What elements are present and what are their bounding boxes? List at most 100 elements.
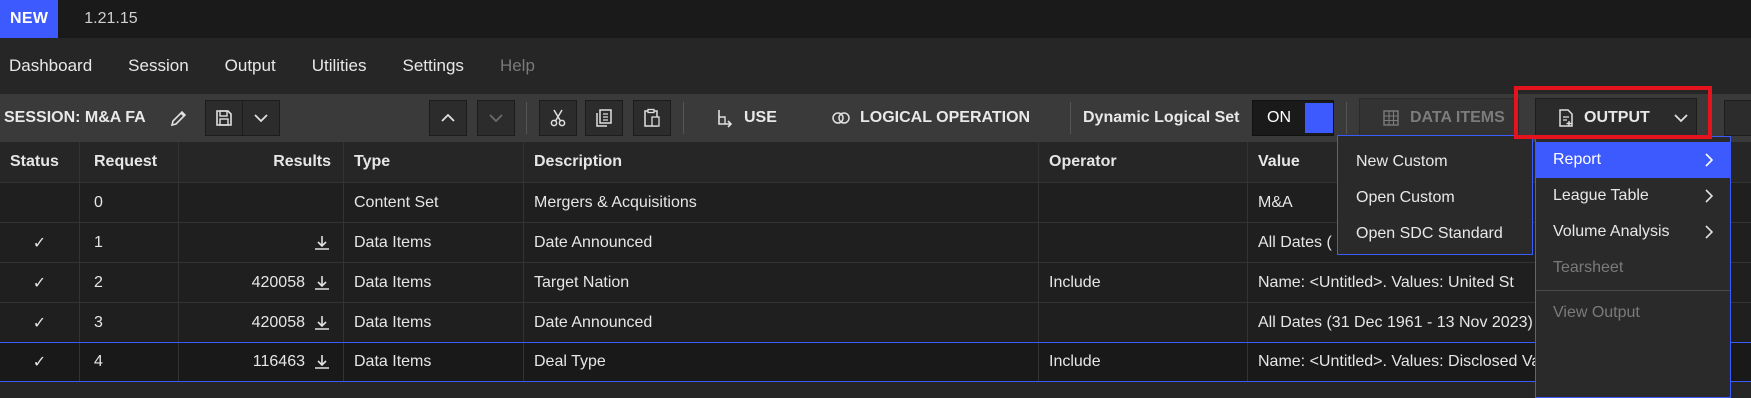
results-cell	[179, 183, 344, 222]
menu-item-league-table[interactable]: League Table	[1536, 178, 1730, 214]
pencil-icon	[170, 110, 187, 127]
logical-operation-label: LOGICAL OPERATION	[860, 109, 1031, 126]
request-cell: 4	[80, 343, 179, 381]
use-label: USE	[744, 109, 777, 126]
results-count: 116463	[252, 353, 305, 370]
toggle-knob	[1305, 103, 1333, 133]
header-description[interactable]: Description	[524, 142, 1039, 182]
type-cell: Data Items	[344, 223, 524, 262]
document-add-icon	[1559, 109, 1573, 127]
save-session-button[interactable]	[205, 100, 243, 136]
chevron-down-icon	[254, 114, 268, 123]
chevron-right-icon	[1705, 153, 1714, 167]
toolbar-divider	[1070, 102, 1071, 134]
menu-bar: Dashboard Session Output Utilities Setti…	[0, 38, 1751, 94]
type-cell: Content Set	[344, 183, 524, 222]
menu-item-label: Report	[1553, 151, 1602, 168]
download-icon[interactable]	[313, 314, 331, 332]
dynamic-logical-set-toggle[interactable]: ON	[1252, 100, 1334, 136]
menu-dashboard[interactable]: Dashboard	[9, 56, 92, 76]
status-checkmark: ✓	[0, 263, 80, 302]
chevron-right-icon	[1705, 225, 1714, 239]
table-row-selected[interactable]: ✓ 4 116463 Data Items Deal Type Include …	[0, 342, 1751, 382]
save-icon	[216, 110, 232, 126]
scissors-icon	[550, 109, 566, 127]
chevron-down-icon	[1674, 114, 1688, 123]
paste-icon	[644, 108, 660, 127]
menu-item-report[interactable]: Report	[1536, 142, 1730, 178]
description-cell: Deal Type	[524, 343, 1039, 381]
request-cell: 1	[80, 223, 179, 262]
save-options-dropdown[interactable]	[242, 100, 280, 136]
header-results[interactable]: Results	[179, 142, 344, 182]
menu-item-label: Volume Analysis	[1553, 223, 1670, 240]
status-checkmark: ✓	[0, 343, 80, 381]
dynamic-logical-set-label: Dynamic Logical Set	[1083, 109, 1240, 126]
toggle-state-label: ON	[1267, 109, 1291, 126]
operator-cell: Include	[1039, 263, 1248, 302]
description-cell: Target Nation	[524, 263, 1039, 302]
menu-item-new-custom[interactable]: New Custom	[1338, 144, 1532, 180]
cut-button[interactable]	[539, 100, 577, 136]
menu-utilities[interactable]: Utilities	[312, 56, 367, 76]
download-icon[interactable]	[313, 353, 331, 371]
table-row[interactable]: ✓ 2 420058 Data Items Target Nation Incl…	[0, 262, 1751, 302]
header-status[interactable]: Status	[0, 142, 80, 182]
operator-cell	[1039, 183, 1248, 222]
menu-divider	[1536, 290, 1730, 291]
version-label: 1.21.15	[84, 10, 138, 27]
download-icon[interactable]	[313, 274, 331, 292]
move-down-button	[477, 100, 515, 136]
session-label: SESSION: M&A FA	[4, 109, 146, 126]
data-items-button: DATA ITEMS	[1359, 98, 1519, 138]
table-grid-icon	[1383, 110, 1399, 126]
output-label: OUTPUT	[1584, 109, 1650, 126]
header-operator[interactable]: Operator	[1039, 142, 1248, 182]
results-cell: 420058	[179, 263, 344, 302]
toolbar-divider	[683, 102, 684, 134]
chevron-right-icon	[1705, 189, 1714, 203]
toolbar-divider	[1346, 102, 1347, 134]
data-items-label: DATA ITEMS	[1410, 109, 1505, 126]
chevron-down-icon	[489, 114, 503, 123]
move-up-button[interactable]	[429, 100, 467, 136]
status-checkmark: ✓	[0, 223, 80, 262]
type-cell: Data Items	[344, 263, 524, 302]
menu-item-volume-analysis[interactable]: Volume Analysis	[1536, 214, 1730, 250]
table-row[interactable]: ✓ 3 420058 Data Items Date Announced All…	[0, 302, 1751, 342]
results-cell	[179, 223, 344, 262]
menu-item-label: League Table	[1553, 187, 1649, 204]
paste-button[interactable]	[633, 100, 671, 136]
header-request[interactable]: Request	[80, 142, 179, 182]
copy-button[interactable]	[585, 100, 623, 136]
description-cell: Date Announced	[524, 223, 1039, 262]
status-checkmark: ✓	[0, 303, 80, 342]
toolbar-divider	[526, 102, 527, 134]
request-cell: 3	[80, 303, 179, 342]
menu-settings[interactable]: Settings	[403, 56, 464, 76]
header-type[interactable]: Type	[344, 142, 524, 182]
menu-session[interactable]: Session	[128, 56, 188, 76]
request-cell: 2	[80, 263, 179, 302]
menu-output[interactable]: Output	[225, 56, 276, 76]
operator-cell: Include	[1039, 343, 1248, 381]
use-button[interactable]: USE	[715, 94, 777, 142]
output-button[interactable]: OUTPUT	[1535, 98, 1697, 138]
toolbar-overflow-button[interactable]	[1724, 100, 1751, 136]
results-cell: 420058	[179, 303, 344, 342]
logical-operation-button[interactable]: LOGICAL OPERATION	[831, 94, 1030, 142]
results-cell: 116463	[179, 343, 344, 381]
download-icon[interactable]	[313, 234, 331, 252]
menu-item-open-custom[interactable]: Open Custom	[1338, 180, 1532, 216]
branch-arrow-icon	[718, 110, 733, 128]
menu-help: Help	[499, 56, 535, 75]
results-count: 420058	[251, 273, 305, 291]
new-badge: NEW	[0, 0, 59, 38]
results-count: 420058	[251, 313, 305, 331]
report-submenu: New Custom Open Custom Open SDC Standard	[1337, 135, 1533, 255]
edit-session-button[interactable]	[160, 100, 198, 136]
operator-cell	[1039, 303, 1248, 342]
description-cell: Mergers & Acquisitions	[524, 183, 1039, 222]
logical-operation-icon	[832, 112, 850, 124]
menu-item-open-sdc-standard[interactable]: Open SDC Standard	[1338, 216, 1532, 252]
